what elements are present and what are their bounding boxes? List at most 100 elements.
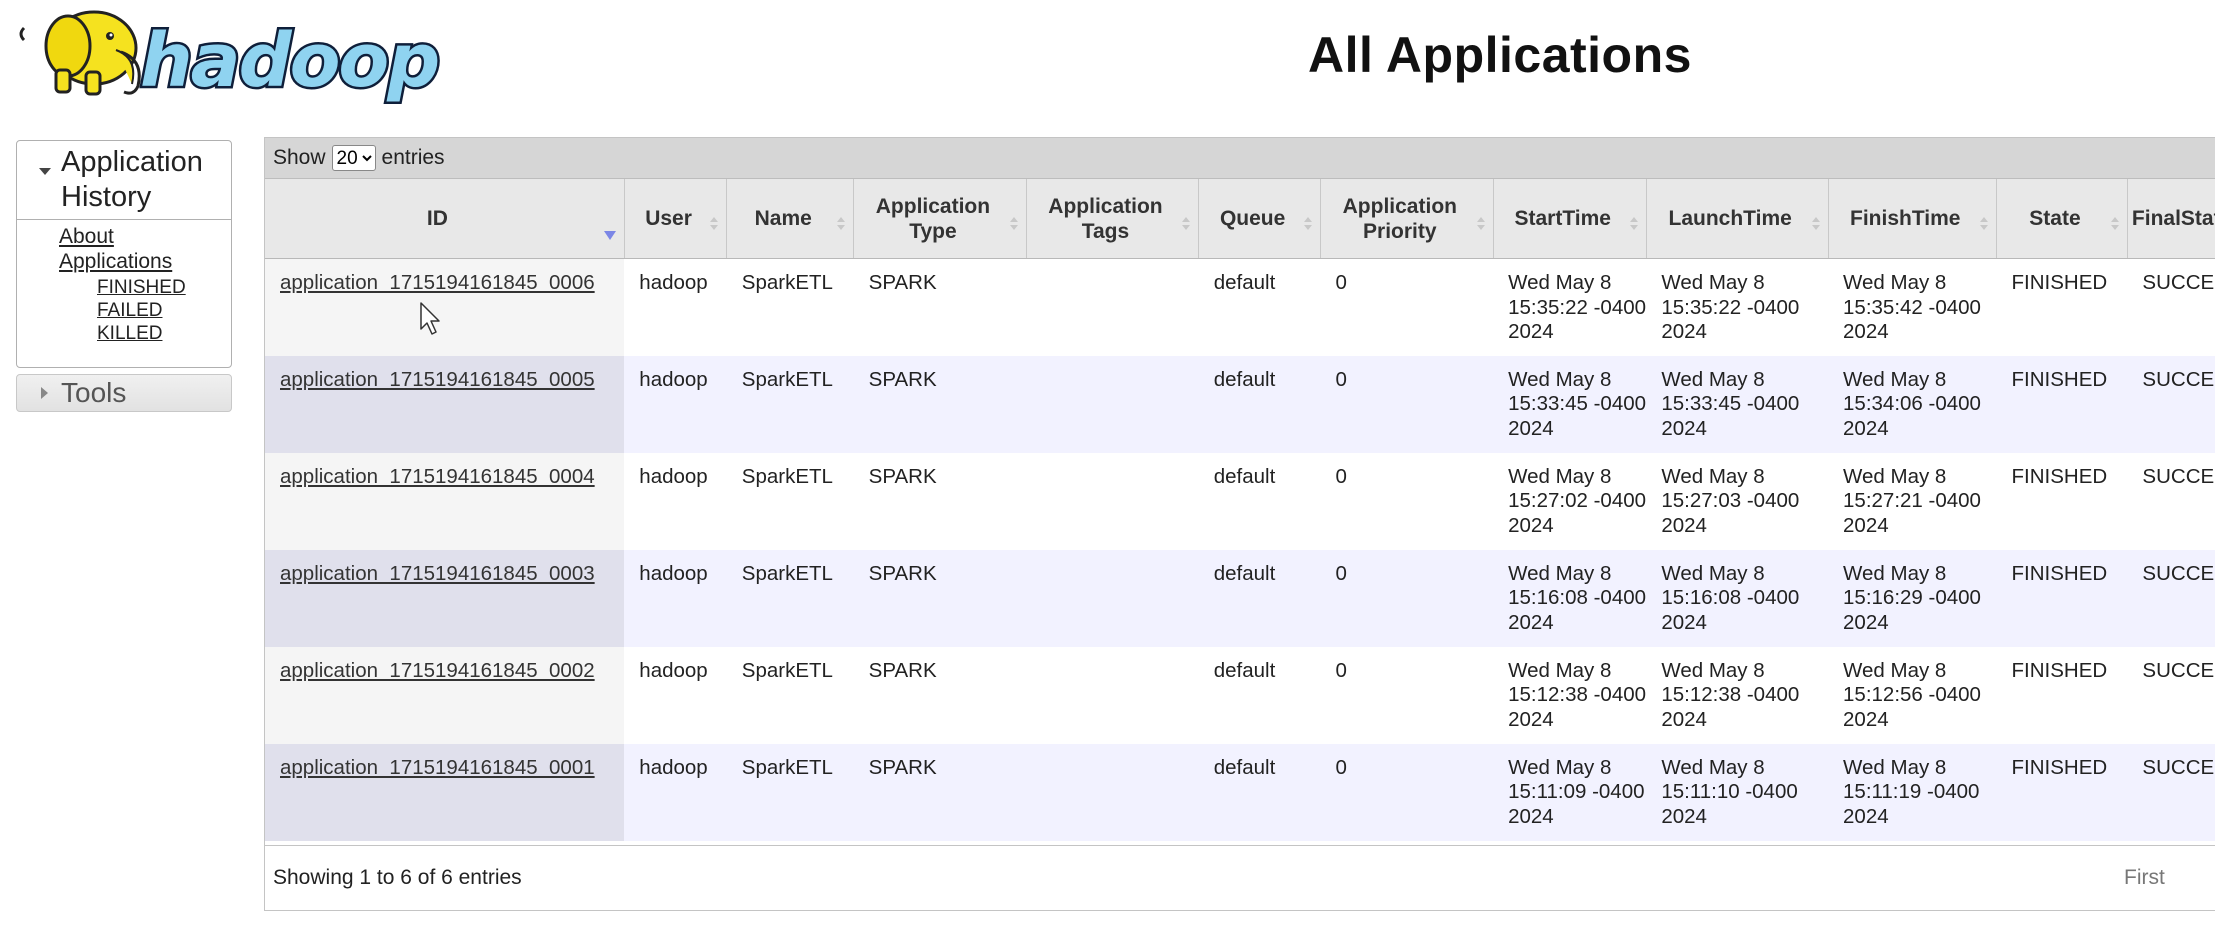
application-id-link[interactable]: application_1715194161845_0003	[280, 562, 595, 585]
cell-name: SparkETL	[726, 258, 854, 356]
page-title: All Applications	[1308, 27, 1692, 83]
entries-label: entries	[381, 146, 445, 169]
sidebar: Application History About Applications F…	[16, 140, 232, 412]
cell-state: FINISHED	[1996, 549, 2128, 647]
cell-finishtime: Wed May 8 15:12:56 -0400 2024	[1828, 646, 1997, 744]
cell-priority: 0	[1320, 258, 1494, 356]
cell-tags	[1026, 355, 1199, 453]
cell-user: hadoop	[624, 355, 727, 453]
column-header-user[interactable]: User	[624, 179, 728, 259]
cell-finalstatus: SUCCEEDED	[2127, 743, 2215, 841]
sort-icon	[2110, 217, 2119, 231]
column-header-starttime[interactable]: StartTime	[1493, 179, 1647, 259]
page-size-select[interactable]: 20	[331, 145, 376, 171]
table-footer: Showing 1 to 6 of 6 entries First	[265, 845, 2215, 910]
cell-state: FINISHED	[1996, 258, 2128, 356]
tools-panel-header[interactable]: Tools	[16, 374, 232, 412]
cell-starttime: Wed May 8 15:35:22 -0400 2024	[1493, 258, 1647, 356]
hadoop-elephant-logo-icon: hadoop	[19, 10, 443, 107]
cell-type: SPARK	[853, 646, 1027, 744]
cell-name: SparkETL	[726, 549, 854, 647]
cell-launchtime: Wed May 8 15:33:45 -0400 2024	[1646, 355, 1829, 453]
cell-tags	[1026, 452, 1199, 550]
hadoop-logo[interactable]: hadoop	[16, 0, 456, 108]
cell-launchtime: Wed May 8 15:16:08 -0400 2024	[1646, 549, 1829, 647]
cell-starttime: Wed May 8 15:16:08 -0400 2024	[1493, 549, 1647, 647]
cell-id: application_1715194161845_0003	[265, 549, 625, 647]
sort-icon	[1476, 217, 1485, 231]
applications-link[interactable]: Applications	[59, 249, 221, 274]
column-header-state[interactable]: State	[1996, 179, 2128, 259]
finished-link[interactable]: FINISHED	[97, 276, 221, 299]
sort-icon	[1304, 217, 1313, 231]
logo-text: hadoop	[140, 18, 438, 104]
column-header-name[interactable]: Name	[726, 179, 855, 259]
cell-name: SparkETL	[726, 646, 854, 744]
cell-id: application_1715194161845_0006	[265, 258, 625, 356]
application-history-links: About Applications FINISHED FAILED KILLE…	[17, 220, 231, 367]
table-row: application_1715194161845_0004 hadoop Sp…	[265, 452, 2215, 550]
failed-link[interactable]: FAILED	[97, 299, 221, 322]
cell-starttime: Wed May 8 15:33:45 -0400 2024	[1493, 355, 1647, 453]
column-header-id[interactable]: ID	[265, 179, 625, 259]
application-history-panel: Application History About Applications F…	[16, 140, 232, 368]
column-header-application-type[interactable]: Application Type	[853, 179, 1027, 259]
column-header-queue[interactable]: Queue	[1198, 179, 1322, 259]
applications-table-wrapper: Show 20 entries ID User Name Application…	[264, 137, 2215, 911]
sort-icon	[1009, 217, 1018, 231]
cell-id: application_1715194161845_0001	[265, 743, 625, 841]
cell-tags	[1026, 258, 1199, 356]
application-history-header[interactable]: Application History	[17, 141, 231, 220]
cell-starttime: Wed May 8 15:11:09 -0400 2024	[1493, 743, 1647, 841]
cell-launchtime: Wed May 8 15:11:10 -0400 2024	[1646, 743, 1829, 841]
cell-state: FINISHED	[1996, 646, 2128, 744]
application-id-link[interactable]: application_1715194161845_0006	[280, 271, 595, 294]
mouse-pointer-icon	[420, 302, 440, 335]
cell-queue: default	[1198, 258, 1321, 356]
cell-type: SPARK	[853, 355, 1027, 453]
cell-priority: 0	[1320, 355, 1494, 453]
cell-priority: 0	[1320, 452, 1494, 550]
application-id-link[interactable]: application_1715194161845_0005	[280, 368, 595, 391]
table-row: application_1715194161845_0005 hadoop Sp…	[265, 355, 2215, 453]
collapse-triangle-icon	[39, 168, 51, 175]
expand-triangle-icon	[41, 387, 48, 399]
application-id-link[interactable]: application_1715194161845_0004	[280, 465, 595, 488]
column-header-application-priority[interactable]: Application Priority	[1320, 179, 1494, 259]
cell-name: SparkETL	[726, 355, 854, 453]
cell-user: hadoop	[624, 743, 727, 841]
cell-queue: default	[1198, 743, 1321, 841]
cell-id: application_1715194161845_0004	[265, 452, 625, 550]
cell-state: FINISHED	[1996, 452, 2128, 550]
column-header-finishtime[interactable]: FinishTime	[1828, 179, 1998, 259]
cell-priority: 0	[1320, 646, 1494, 744]
applications-table-body: application_1715194161845_0006 hadoop Sp…	[265, 258, 2215, 841]
table-info: Showing 1 to 6 of 6 entries	[273, 866, 522, 889]
cell-finishtime: Wed May 8 15:35:42 -0400 2024	[1828, 258, 1997, 356]
cell-tags	[1026, 646, 1199, 744]
cell-launchtime: Wed May 8 15:27:03 -0400 2024	[1646, 452, 1829, 550]
pager-first-button[interactable]: First	[2124, 866, 2165, 890]
cell-tags	[1026, 549, 1199, 647]
cell-name: SparkETL	[726, 452, 854, 550]
cell-starttime: Wed May 8 15:27:02 -0400 2024	[1493, 452, 1647, 550]
cell-user: hadoop	[624, 549, 727, 647]
application-history-title: Application History	[61, 146, 203, 213]
cell-finalstatus: SUCCEEDED	[2127, 646, 2215, 744]
application-id-link[interactable]: application_1715194161845_0001	[280, 756, 595, 779]
killed-link[interactable]: KILLED	[97, 322, 221, 345]
about-link[interactable]: About	[59, 224, 221, 249]
sort-icon	[837, 217, 846, 231]
sort-descending-icon	[603, 231, 616, 240]
cell-launchtime: Wed May 8 15:12:38 -0400 2024	[1646, 646, 1829, 744]
sort-icon	[710, 217, 719, 231]
cell-finishtime: Wed May 8 15:34:06 -0400 2024	[1828, 355, 1997, 453]
column-header-finalstatus[interactable]: FinalStatus	[2127, 179, 2215, 259]
cell-type: SPARK	[853, 452, 1027, 550]
column-header-launchtime[interactable]: LaunchTime	[1646, 179, 1829, 259]
cell-id: application_1715194161845_0002	[265, 646, 625, 744]
sort-icon	[1182, 217, 1191, 231]
column-header-application-tags[interactable]: Application Tags	[1026, 179, 1200, 259]
cell-type: SPARK	[853, 549, 1027, 647]
application-id-link[interactable]: application_1715194161845_0002	[280, 659, 595, 682]
